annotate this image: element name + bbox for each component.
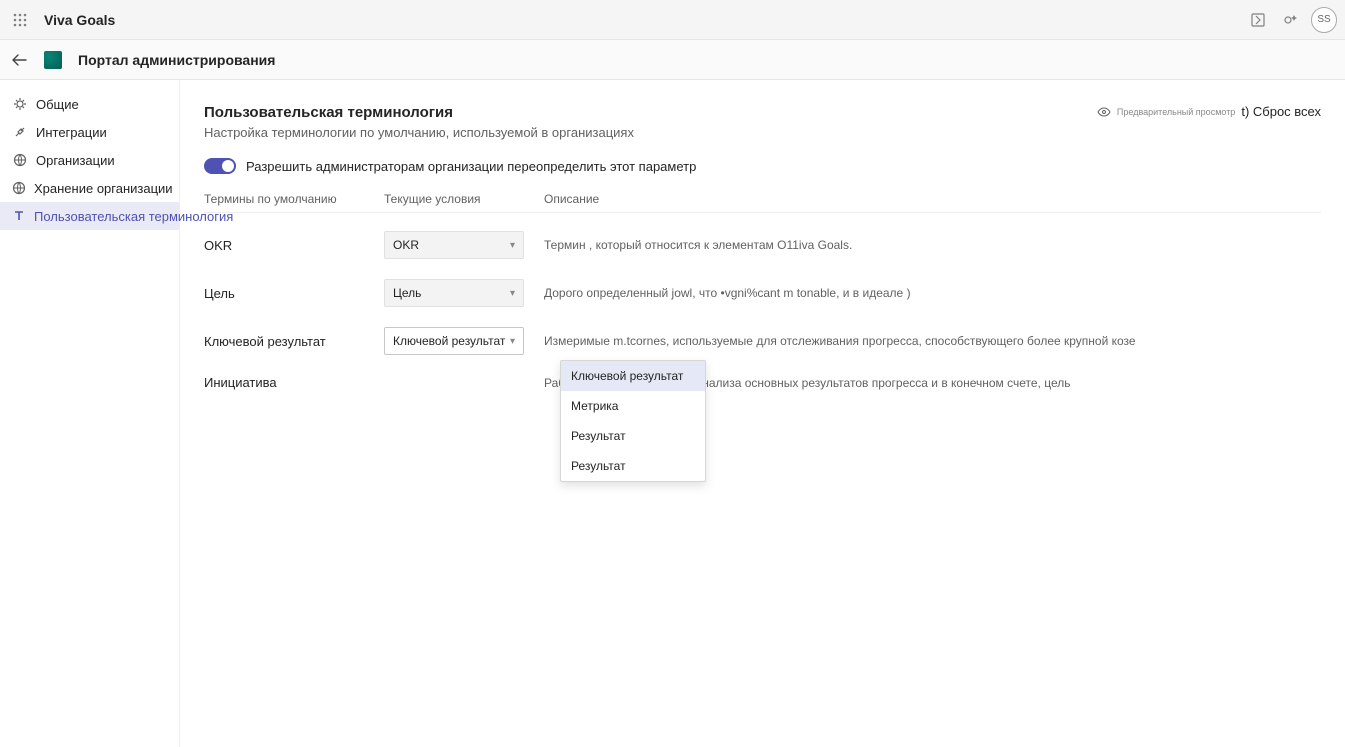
page-subtitle: Настройка терминологии по умолчанию, исп… bbox=[204, 125, 634, 140]
eye-icon bbox=[1097, 105, 1111, 119]
table-header: Термины по умолчанию Текущие условия Опи… bbox=[204, 192, 1321, 213]
share-icon[interactable] bbox=[1247, 9, 1269, 31]
sidebar-item-label: Общие bbox=[36, 97, 79, 112]
sidebar-item-organizations[interactable]: Организации bbox=[0, 146, 179, 174]
term-select-dropdown: Ключевой результат Метрика Результат Рез… bbox=[560, 360, 706, 482]
sub-bar: Портал администрирования bbox=[0, 40, 1345, 80]
term-select-okr[interactable]: OKR ▾ bbox=[384, 231, 524, 259]
table-row: Ключевой результат Ключевой результат ▾ … bbox=[204, 317, 1321, 365]
sidebar-item-label: Организации bbox=[36, 153, 115, 168]
term-description: Термин , который относится к элементам O… bbox=[544, 238, 1321, 252]
term-select-key-result[interactable]: Ключевой результат ▾ bbox=[384, 327, 524, 355]
gear-icon bbox=[12, 96, 28, 112]
page-title: Пользовательская терминология bbox=[204, 104, 634, 121]
app-title: Viva Goals bbox=[44, 12, 115, 28]
dropdown-option[interactable]: Ключевой результат bbox=[561, 361, 705, 391]
back-button[interactable] bbox=[8, 48, 32, 72]
allow-override-toggle[interactable] bbox=[204, 158, 236, 174]
portal-title: Портал администрирования bbox=[78, 52, 275, 68]
col-default-header: Термины по умолчанию bbox=[204, 192, 384, 206]
term-description: Измеримые m.tcornes, используемые для от… bbox=[544, 334, 1321, 348]
sidebar-item-label: Интеграции bbox=[36, 125, 107, 140]
select-value: Ключевой результат bbox=[393, 334, 505, 348]
sidebar: Общие Интеграции Организации Хранение ор… bbox=[0, 80, 180, 747]
top-bar: Viva Goals SS bbox=[0, 0, 1345, 40]
table-row: Цель Цель ▾ Дорого определенный jowl, чт… bbox=[204, 269, 1321, 317]
header-actions: Предварительный просмотр t) Сброс всех bbox=[1097, 104, 1321, 119]
default-term: Инициатива bbox=[204, 375, 384, 390]
page-header: Пользовательская терминология Настройка … bbox=[204, 104, 1321, 158]
globe-icon bbox=[12, 152, 28, 168]
toggle-row: Разрешить администраторам организации пе… bbox=[204, 158, 1321, 174]
app-launcher-icon[interactable] bbox=[8, 8, 32, 32]
col-current-header: Текущие условия bbox=[384, 192, 544, 206]
chevron-down-icon: ▾ bbox=[510, 288, 515, 299]
toggle-label: Разрешить администраторам организации пе… bbox=[246, 159, 696, 174]
term-select-goal[interactable]: Цель ▾ bbox=[384, 279, 524, 307]
term-description: Дорого определенный jowl, что •vgni%cant… bbox=[544, 286, 1321, 300]
dropdown-option[interactable]: Результат bbox=[561, 421, 705, 451]
avatar-initials: SS bbox=[1317, 14, 1330, 25]
settings-sparkle-icon[interactable] bbox=[1279, 9, 1301, 31]
dropdown-option[interactable]: Метрика bbox=[561, 391, 705, 421]
sidebar-item-custom-terminology[interactable]: Пользовательская терминология bbox=[0, 202, 179, 230]
sidebar-item-org-storage[interactable]: Хранение организации bbox=[0, 174, 179, 202]
dropdown-option[interactable]: Результат bbox=[561, 451, 705, 481]
reset-all-button[interactable]: t) Сброс всех bbox=[1241, 104, 1321, 119]
table-row: Инициатива Работа, предпринятая для анал… bbox=[204, 365, 1321, 400]
chevron-down-icon: ▾ bbox=[510, 336, 515, 347]
body: Общие Интеграции Организации Хранение ор… bbox=[0, 80, 1345, 747]
viva-goals-logo-icon bbox=[44, 51, 62, 69]
sidebar-item-label: Хранение организации bbox=[34, 181, 173, 196]
globe-icon bbox=[12, 180, 26, 196]
main-content: Пользовательская терминология Настройка … bbox=[180, 80, 1345, 747]
sidebar-item-general[interactable]: Общие bbox=[0, 90, 179, 118]
select-value: Цель bbox=[393, 286, 421, 300]
col-desc-header: Описание bbox=[544, 192, 1321, 206]
table-row: OKR OKR ▾ Термин , который относится к э… bbox=[204, 221, 1321, 269]
default-term: Ключевой результат bbox=[204, 334, 384, 349]
sidebar-item-integrations[interactable]: Интеграции bbox=[0, 118, 179, 146]
chevron-down-icon: ▾ bbox=[510, 240, 515, 251]
preview-label[interactable]: Предварительный просмотр bbox=[1117, 107, 1235, 117]
select-value: OKR bbox=[393, 238, 419, 252]
default-term: OKR bbox=[204, 238, 384, 253]
plug-icon bbox=[12, 124, 28, 140]
topbar-right: SS bbox=[1247, 7, 1337, 33]
avatar[interactable]: SS bbox=[1311, 7, 1337, 33]
default-term: Цель bbox=[204, 286, 384, 301]
text-icon bbox=[12, 208, 26, 224]
